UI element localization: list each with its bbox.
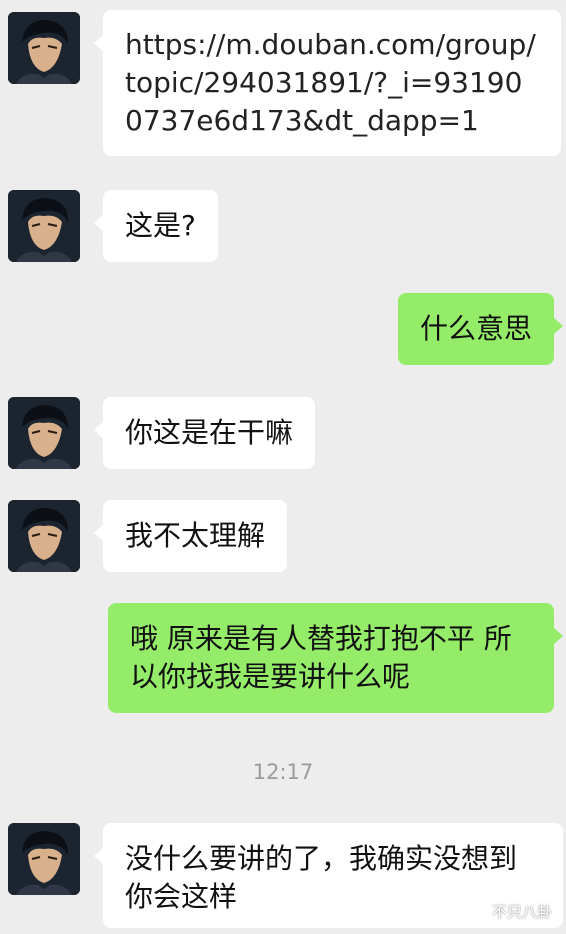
message-bubble-3[interactable]: 什么意思 xyxy=(397,293,564,365)
contact-avatar[interactable] xyxy=(8,12,80,84)
contact-avatar[interactable] xyxy=(8,500,80,572)
message-bubble-6[interactable]: 哦 原来是有人替我打抱不平 所以你找我是要讲什么呢 xyxy=(108,603,563,713)
message-bubble-2[interactable]: 这是? xyxy=(94,190,218,262)
message-text: 你这是在干嘛 xyxy=(125,416,294,449)
message-bubble-5[interactable]: 我不太理解 xyxy=(93,500,288,572)
message-text[interactable]: https://m.douban.com/group/topic/2940318… xyxy=(125,28,536,137)
message-text: 什么意思 xyxy=(419,312,532,345)
watermark-text: 不只八卦 xyxy=(491,903,552,921)
message-text: 我不太理解 xyxy=(125,519,266,552)
message-text: 这是? xyxy=(125,209,196,242)
message-bubble-1[interactable]: https://m.douban.com/group/topic/2940318… xyxy=(94,10,561,156)
contact-avatar[interactable] xyxy=(8,397,80,469)
watermark: 不只八卦 xyxy=(466,901,552,922)
message-timestamp: 12:17 xyxy=(252,760,314,784)
contact-avatar[interactable] xyxy=(8,823,80,895)
message-text: 没什么要讲的了，我确实没想到你会这样 xyxy=(125,842,518,913)
contact-avatar[interactable] xyxy=(8,190,80,262)
message-bubble-4[interactable]: 你这是在干嘛 xyxy=(93,397,316,469)
wechat-channel-icon xyxy=(466,904,488,917)
message-text: 哦 原来是有人替我打抱不平 所以你找我是要讲什么呢 xyxy=(130,622,512,693)
